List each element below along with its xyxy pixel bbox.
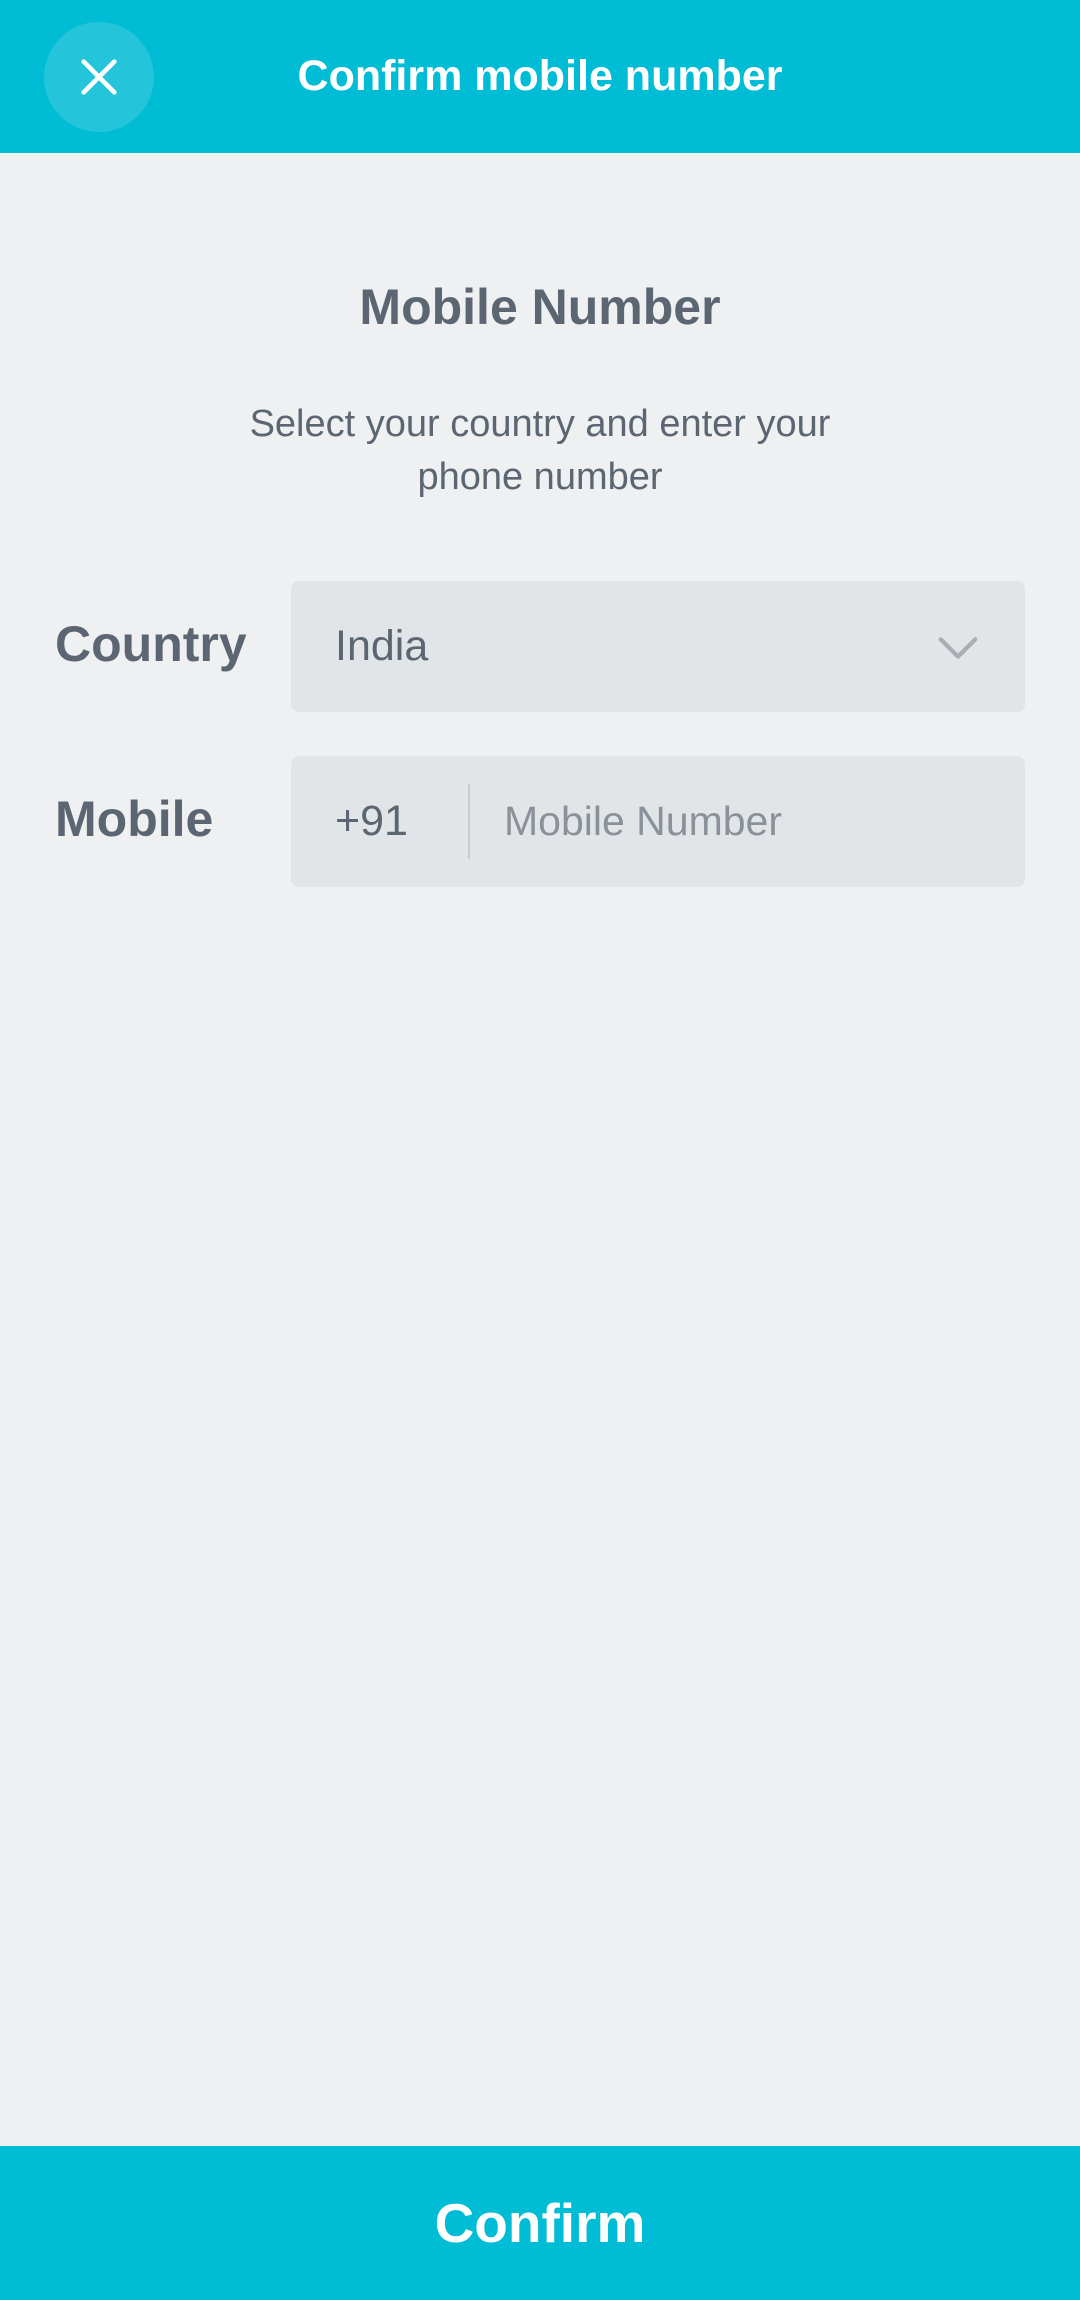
section-title: Mobile Number bbox=[359, 279, 721, 335]
close-icon bbox=[81, 59, 117, 95]
app-bar-title: Confirm mobile number bbox=[297, 52, 783, 100]
country-value: India bbox=[335, 622, 429, 670]
section-subtitle: Select your country and enter your phone… bbox=[249, 403, 831, 498]
dial-code: +91 bbox=[335, 797, 408, 845]
country-label: Country bbox=[55, 616, 247, 672]
confirm-button[interactable]: Confirm bbox=[0, 2146, 1080, 2300]
app-bar: Confirm mobile number bbox=[0, 0, 1080, 153]
dial-code-divider bbox=[468, 784, 470, 859]
mobile-label: Mobile bbox=[55, 791, 214, 847]
chevron-down-icon bbox=[938, 637, 978, 659]
country-select[interactable]: India bbox=[291, 581, 1025, 712]
close-button[interactable] bbox=[44, 22, 154, 132]
mobile-number-input[interactable] bbox=[504, 756, 994, 887]
mobile-field: +91 bbox=[291, 756, 1025, 887]
